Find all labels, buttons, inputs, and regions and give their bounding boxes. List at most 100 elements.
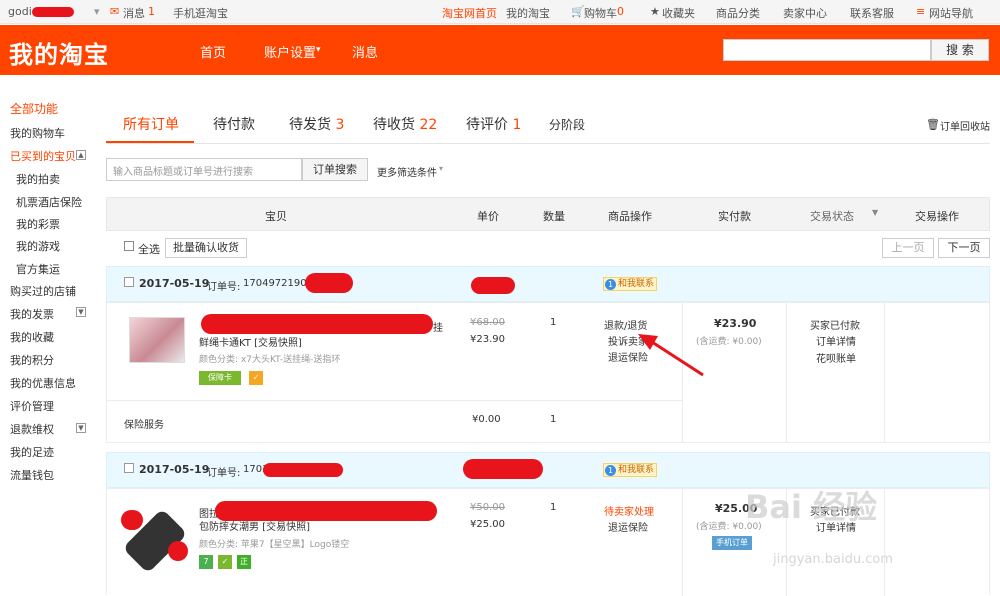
messages-count: 1 bbox=[148, 5, 155, 18]
product-image[interactable] bbox=[129, 317, 185, 363]
mobile-taobao-link[interactable]: 手机逛淘宝 bbox=[173, 5, 228, 21]
order-date: 2017-05-19 bbox=[139, 463, 210, 476]
order-details-link[interactable]: 订单详情 bbox=[816, 333, 856, 348]
nav-home[interactable]: 首页 bbox=[200, 42, 226, 61]
messages-link[interactable]: 消息 bbox=[123, 5, 145, 21]
select-all-label: 全选 bbox=[138, 243, 160, 256]
column-header: 单价 bbox=[477, 210, 499, 223]
unit-price: ¥25.00 bbox=[470, 519, 505, 530]
select-all-checkbox[interactable] bbox=[124, 241, 134, 251]
collapse-icon[interactable]: ▲ bbox=[76, 150, 86, 160]
sidebar-item-cart[interactable]: 我的购物车 bbox=[10, 125, 65, 141]
sidebar-item-data-wallet[interactable]: 流量钱包 bbox=[10, 467, 54, 483]
taobao-home-link[interactable]: 淘宝网首页 bbox=[442, 5, 497, 21]
original-price: ¥68.00 bbox=[470, 317, 505, 328]
sidebar-item-shipping[interactable]: 官方集运 bbox=[16, 261, 60, 277]
sidebar-item-bought[interactable]: 已买到的宝贝 bbox=[10, 148, 76, 164]
expand-icon[interactable]: ▼ bbox=[76, 307, 86, 317]
sidebar-item-refunds[interactable]: 退款维权 bbox=[10, 421, 54, 437]
sidebar-item-reviews[interactable]: 评价管理 bbox=[10, 398, 54, 414]
order-number-label: 订单号: bbox=[207, 282, 241, 293]
sidebar-item-games[interactable]: 我的游戏 bbox=[16, 238, 60, 254]
search-button[interactable]: 搜 索 bbox=[931, 39, 989, 61]
search-input[interactable] bbox=[723, 39, 931, 61]
tab-pending-receipt[interactable]: 待收货 22 bbox=[373, 114, 437, 134]
column-header: 商品操作 bbox=[608, 210, 652, 223]
order-number: 17049721907 bbox=[243, 278, 313, 289]
my-taobao-link[interactable]: 我的淘宝 bbox=[506, 5, 550, 21]
service-price: ¥0.00 bbox=[472, 414, 501, 425]
quantity: 1 bbox=[550, 502, 557, 513]
nav-account-settings[interactable]: 账户设置 bbox=[264, 42, 316, 61]
authentic-icon: 正 bbox=[237, 555, 251, 569]
order-checkbox[interactable] bbox=[124, 277, 134, 287]
sidebar-item-travel[interactable]: 机票酒店保险 bbox=[16, 194, 82, 210]
service-icon: ✓ bbox=[249, 371, 263, 385]
star-icon: ★ bbox=[650, 5, 660, 18]
recycle-bin-link[interactable]: 订单回收站 bbox=[940, 118, 990, 133]
chevron-down-icon: ▾ bbox=[439, 164, 444, 173]
logo[interactable]: 我的淘宝 bbox=[9, 35, 109, 70]
status-filter[interactable]: 交易状态 bbox=[810, 208, 854, 224]
guarantee-icon: ✓ bbox=[218, 555, 232, 569]
tab-pending-payment[interactable]: 待付款 bbox=[213, 114, 255, 134]
menu-icon: ≡ bbox=[916, 5, 926, 18]
more-filters-link[interactable]: 更多筛选条件 bbox=[377, 164, 437, 179]
product-title[interactable]: 包防摔女潮男 [交易快照] bbox=[199, 518, 310, 533]
quantity: 1 bbox=[550, 317, 557, 328]
column-header: 交易操作 bbox=[915, 210, 959, 223]
expand-icon[interactable]: ▼ bbox=[76, 423, 86, 433]
sidebar-title[interactable]: 全部功能 bbox=[10, 100, 58, 117]
pending-seller-status[interactable]: 待卖家处理 bbox=[604, 503, 654, 518]
chevron-down-icon: ▾ bbox=[316, 45, 321, 55]
redaction-mark bbox=[463, 459, 543, 479]
service-link[interactable]: 联系客服 bbox=[850, 5, 894, 21]
sidebar-item-points[interactable]: 我的积分 bbox=[10, 352, 54, 368]
cart-icon: 🛒 bbox=[571, 5, 585, 18]
contact-seller-button[interactable]: 1 和我联系 bbox=[603, 277, 658, 291]
return-insurance-link[interactable]: 退运保险 bbox=[608, 519, 648, 534]
prev-page-button[interactable]: 上一页 bbox=[882, 238, 934, 258]
chevron-down-icon: ▾ bbox=[94, 5, 100, 18]
categories-link[interactable]: 商品分类 bbox=[716, 5, 760, 21]
seller-center-link[interactable]: 卖家中心 bbox=[783, 5, 827, 21]
sidebar-item-invoice[interactable]: 我的发票 bbox=[10, 306, 54, 322]
redaction-mark bbox=[168, 541, 188, 561]
guarantee-card-badge[interactable]: 保障卡 bbox=[199, 371, 241, 385]
redaction-mark bbox=[305, 273, 353, 293]
batch-confirm-button[interactable]: 批量确认收货 bbox=[165, 238, 247, 258]
product-title[interactable]: 挂 bbox=[433, 319, 443, 334]
sidebar-item-shops[interactable]: 购买过的店铺 bbox=[10, 283, 76, 299]
contact-seller-button[interactable]: 1 和我联系 bbox=[603, 463, 658, 477]
tab-pending-shipment[interactable]: 待发货 3 bbox=[289, 114, 344, 134]
tab-installments[interactable]: 分阶段 bbox=[549, 116, 585, 133]
order-search-button[interactable]: 订单搜索 bbox=[302, 158, 368, 181]
tab-pending-review[interactable]: 待评价 1 bbox=[466, 114, 521, 134]
huabei-bill-link[interactable]: 花呗账单 bbox=[816, 350, 856, 365]
site-nav-link[interactable]: 网站导航 bbox=[929, 5, 973, 21]
mobile-order-badge: 手机订单 bbox=[712, 536, 752, 550]
sidebar-item-footprints[interactable]: 我的足迹 bbox=[10, 444, 54, 460]
product-spec: 颜色分类: 苹果7【星空黑】Logo镂空 bbox=[199, 540, 350, 550]
order-date: 2017-05-19 bbox=[139, 277, 210, 290]
product-title[interactable]: 鲜绳卡通KT [交易快照] bbox=[199, 334, 302, 349]
sidebar-item-auction[interactable]: 我的拍卖 bbox=[16, 171, 60, 187]
redaction-mark bbox=[32, 7, 74, 17]
chevron-down-icon: ▼ bbox=[872, 208, 879, 217]
favorites-link[interactable]: 收藏夹 bbox=[662, 5, 695, 21]
username-link[interactable]: godi bbox=[8, 5, 32, 18]
column-header: 宝贝 bbox=[265, 210, 287, 223]
next-page-button[interactable]: 下一页 bbox=[938, 238, 990, 258]
sidebar-item-coupons[interactable]: 我的优惠信息 bbox=[10, 375, 76, 391]
order-search-input[interactable]: 输入商品标题或订单号进行搜索 bbox=[106, 158, 302, 181]
nav-messages[interactable]: 消息 bbox=[352, 42, 378, 61]
baidu-watermark-url: jingyan.baidu.com bbox=[773, 552, 893, 567]
sidebar-item-lottery[interactable]: 我的彩票 bbox=[16, 216, 60, 232]
order-checkbox[interactable] bbox=[124, 463, 134, 473]
trash-icon: 🗑 bbox=[926, 118, 940, 131]
tab-all-orders[interactable]: 所有订单 bbox=[123, 114, 179, 134]
table-header: 宝贝 单价 数量 商品操作 实付款 交易状态 ▼ 交易操作 bbox=[106, 197, 990, 231]
sidebar-item-favorites[interactable]: 我的收藏 bbox=[10, 329, 54, 345]
cart-link[interactable]: 购物车 bbox=[584, 5, 617, 21]
column-header: 数量 bbox=[543, 210, 565, 223]
